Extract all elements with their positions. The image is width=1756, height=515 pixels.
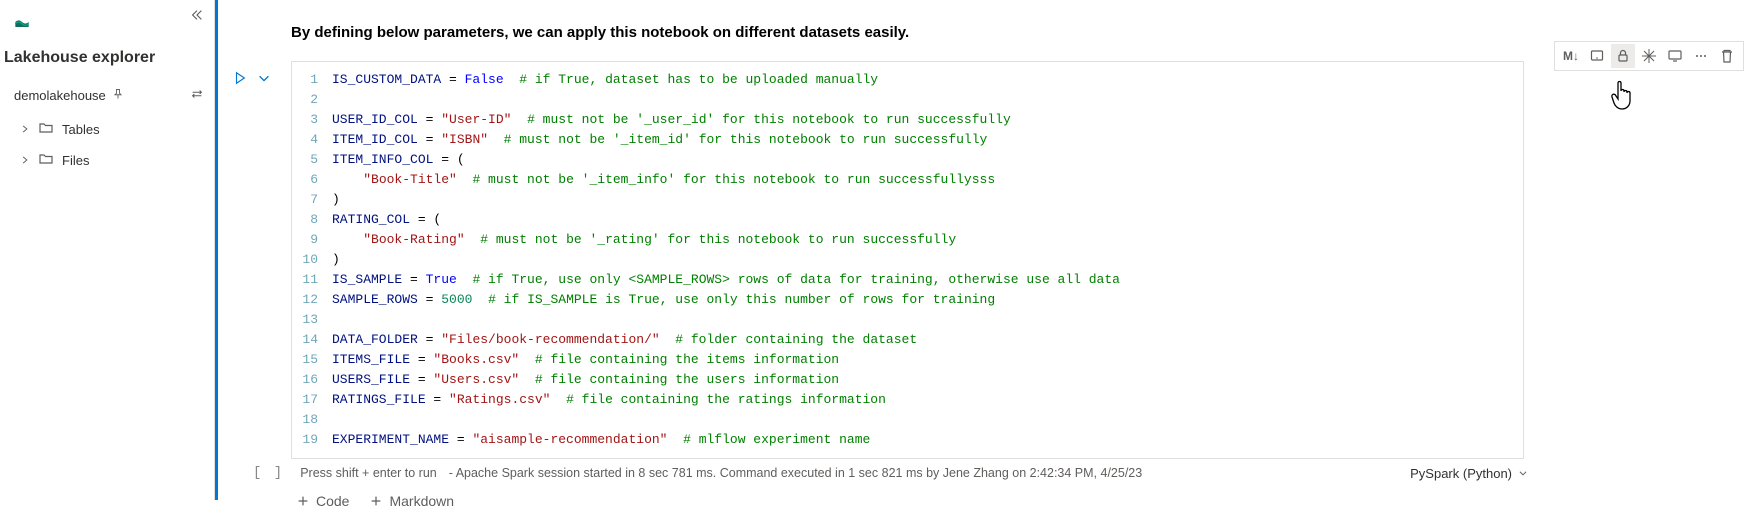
- code-line[interactable]: 2: [292, 90, 1523, 110]
- lakehouse-logo-icon: [0, 8, 214, 43]
- delete-cell-button[interactable]: [1715, 44, 1739, 68]
- swap-icon[interactable]: [190, 87, 204, 104]
- more-options-button[interactable]: [1689, 44, 1713, 68]
- code-line[interactable]: 4ITEM_ID_COL = "ISBN" # must not be '_it…: [292, 130, 1523, 150]
- code-editor[interactable]: 1IS_CUSTOM_DATA = False # if True, datas…: [291, 61, 1524, 459]
- line-number: 17: [292, 390, 332, 410]
- code-line[interactable]: 8RATING_COL = (: [292, 210, 1523, 230]
- line-number: 18: [292, 410, 332, 430]
- convert-markdown-button[interactable]: M↓: [1559, 44, 1583, 68]
- sidebar-folder-item[interactable]: Files: [0, 145, 214, 176]
- code-line[interactable]: 16USERS_FILE = "Users.csv" # file contai…: [292, 370, 1523, 390]
- sidebar: Lakehouse explorer demolakehouse Tables F…: [0, 0, 215, 500]
- code-line[interactable]: 12SAMPLE_ROWS = 5000 # if IS_SAMPLE is T…: [292, 290, 1523, 310]
- code-line[interactable]: 7): [292, 190, 1523, 210]
- monitor-icon[interactable]: [1663, 44, 1687, 68]
- line-number: 9: [292, 230, 332, 250]
- add-markdown-cell-button[interactable]: Markdown: [369, 493, 454, 509]
- expand-cell-button[interactable]: [257, 71, 271, 88]
- code-line[interactable]: 14DATA_FOLDER = "Files/book-recommendati…: [292, 330, 1523, 350]
- code-line[interactable]: 18: [292, 410, 1523, 430]
- line-number: 5: [292, 150, 332, 170]
- line-number: 11: [292, 270, 332, 290]
- code-line[interactable]: 1IS_CUSTOM_DATA = False # if True, datas…: [292, 70, 1523, 90]
- explorer-title: Lakehouse explorer: [0, 43, 214, 81]
- cell-toolbar: M↓: [1554, 41, 1744, 71]
- line-number: 8: [292, 210, 332, 230]
- collapse-sidebar-button[interactable]: [190, 8, 204, 25]
- pin-icon[interactable]: [112, 88, 124, 103]
- folder-label: Tables: [62, 122, 100, 137]
- code-line[interactable]: 13: [292, 310, 1523, 330]
- tablet-icon[interactable]: [1585, 44, 1609, 68]
- freeze-button[interactable]: [1637, 44, 1661, 68]
- markdown-cell[interactable]: By defining below parameters, we can app…: [221, 0, 1744, 61]
- cursor-hand-icon: [1608, 79, 1636, 114]
- run-hint: Press shift + enter to run: [300, 466, 437, 480]
- line-number: 19: [292, 430, 332, 450]
- line-number: 7: [292, 190, 332, 210]
- chevron-down-icon: [1518, 468, 1528, 478]
- folder-label: Files: [62, 153, 89, 168]
- code-line[interactable]: 15ITEMS_FILE = "Books.csv" # file contai…: [292, 350, 1523, 370]
- code-line[interactable]: 9 "Book-Rating" # must not be '_rating' …: [292, 230, 1523, 250]
- lakehouse-name-label: demolakehouse: [14, 88, 106, 103]
- line-number: 3: [292, 110, 332, 130]
- add-code-cell-button[interactable]: Code: [296, 493, 349, 509]
- sidebar-folder-item[interactable]: Tables: [0, 114, 214, 145]
- chevron-right-icon: [20, 153, 30, 168]
- code-line[interactable]: 6 "Book-Title" # must not be '_item_info…: [292, 170, 1523, 190]
- code-line[interactable]: 19EXPERIMENT_NAME = "aisample-recommenda…: [292, 430, 1523, 450]
- code-line[interactable]: 10): [292, 250, 1523, 270]
- execution-count: [ ]: [253, 465, 284, 481]
- folder-icon: [38, 151, 54, 170]
- line-number: 12: [292, 290, 332, 310]
- code-cell: M↓: [221, 61, 1744, 515]
- code-line[interactable]: 5ITEM_INFO_COL = (: [292, 150, 1523, 170]
- line-number: 14: [292, 330, 332, 350]
- line-number: 2: [292, 90, 332, 110]
- line-number: 15: [292, 350, 332, 370]
- line-number: 1: [292, 70, 332, 90]
- lock-button[interactable]: [1611, 44, 1635, 68]
- line-number: 4: [292, 130, 332, 150]
- line-number: 6: [292, 170, 332, 190]
- folder-icon: [38, 120, 54, 139]
- run-cell-button[interactable]: [233, 71, 247, 88]
- chevron-right-icon: [20, 122, 30, 137]
- code-line[interactable]: 11IS_SAMPLE = True # if True, use only <…: [292, 270, 1523, 290]
- code-line[interactable]: 17RATINGS_FILE = "Ratings.csv" # file co…: [292, 390, 1523, 410]
- execution-info: - Apache Spark session started in 8 sec …: [449, 466, 1142, 480]
- line-number: 13: [292, 310, 332, 330]
- line-number: 10: [292, 250, 332, 270]
- code-line[interactable]: 3USER_ID_COL = "User-ID" # must not be '…: [292, 110, 1523, 130]
- language-selector[interactable]: PySpark (Python): [1410, 466, 1528, 481]
- line-number: 16: [292, 370, 332, 390]
- lakehouse-row[interactable]: demolakehouse: [0, 81, 214, 114]
